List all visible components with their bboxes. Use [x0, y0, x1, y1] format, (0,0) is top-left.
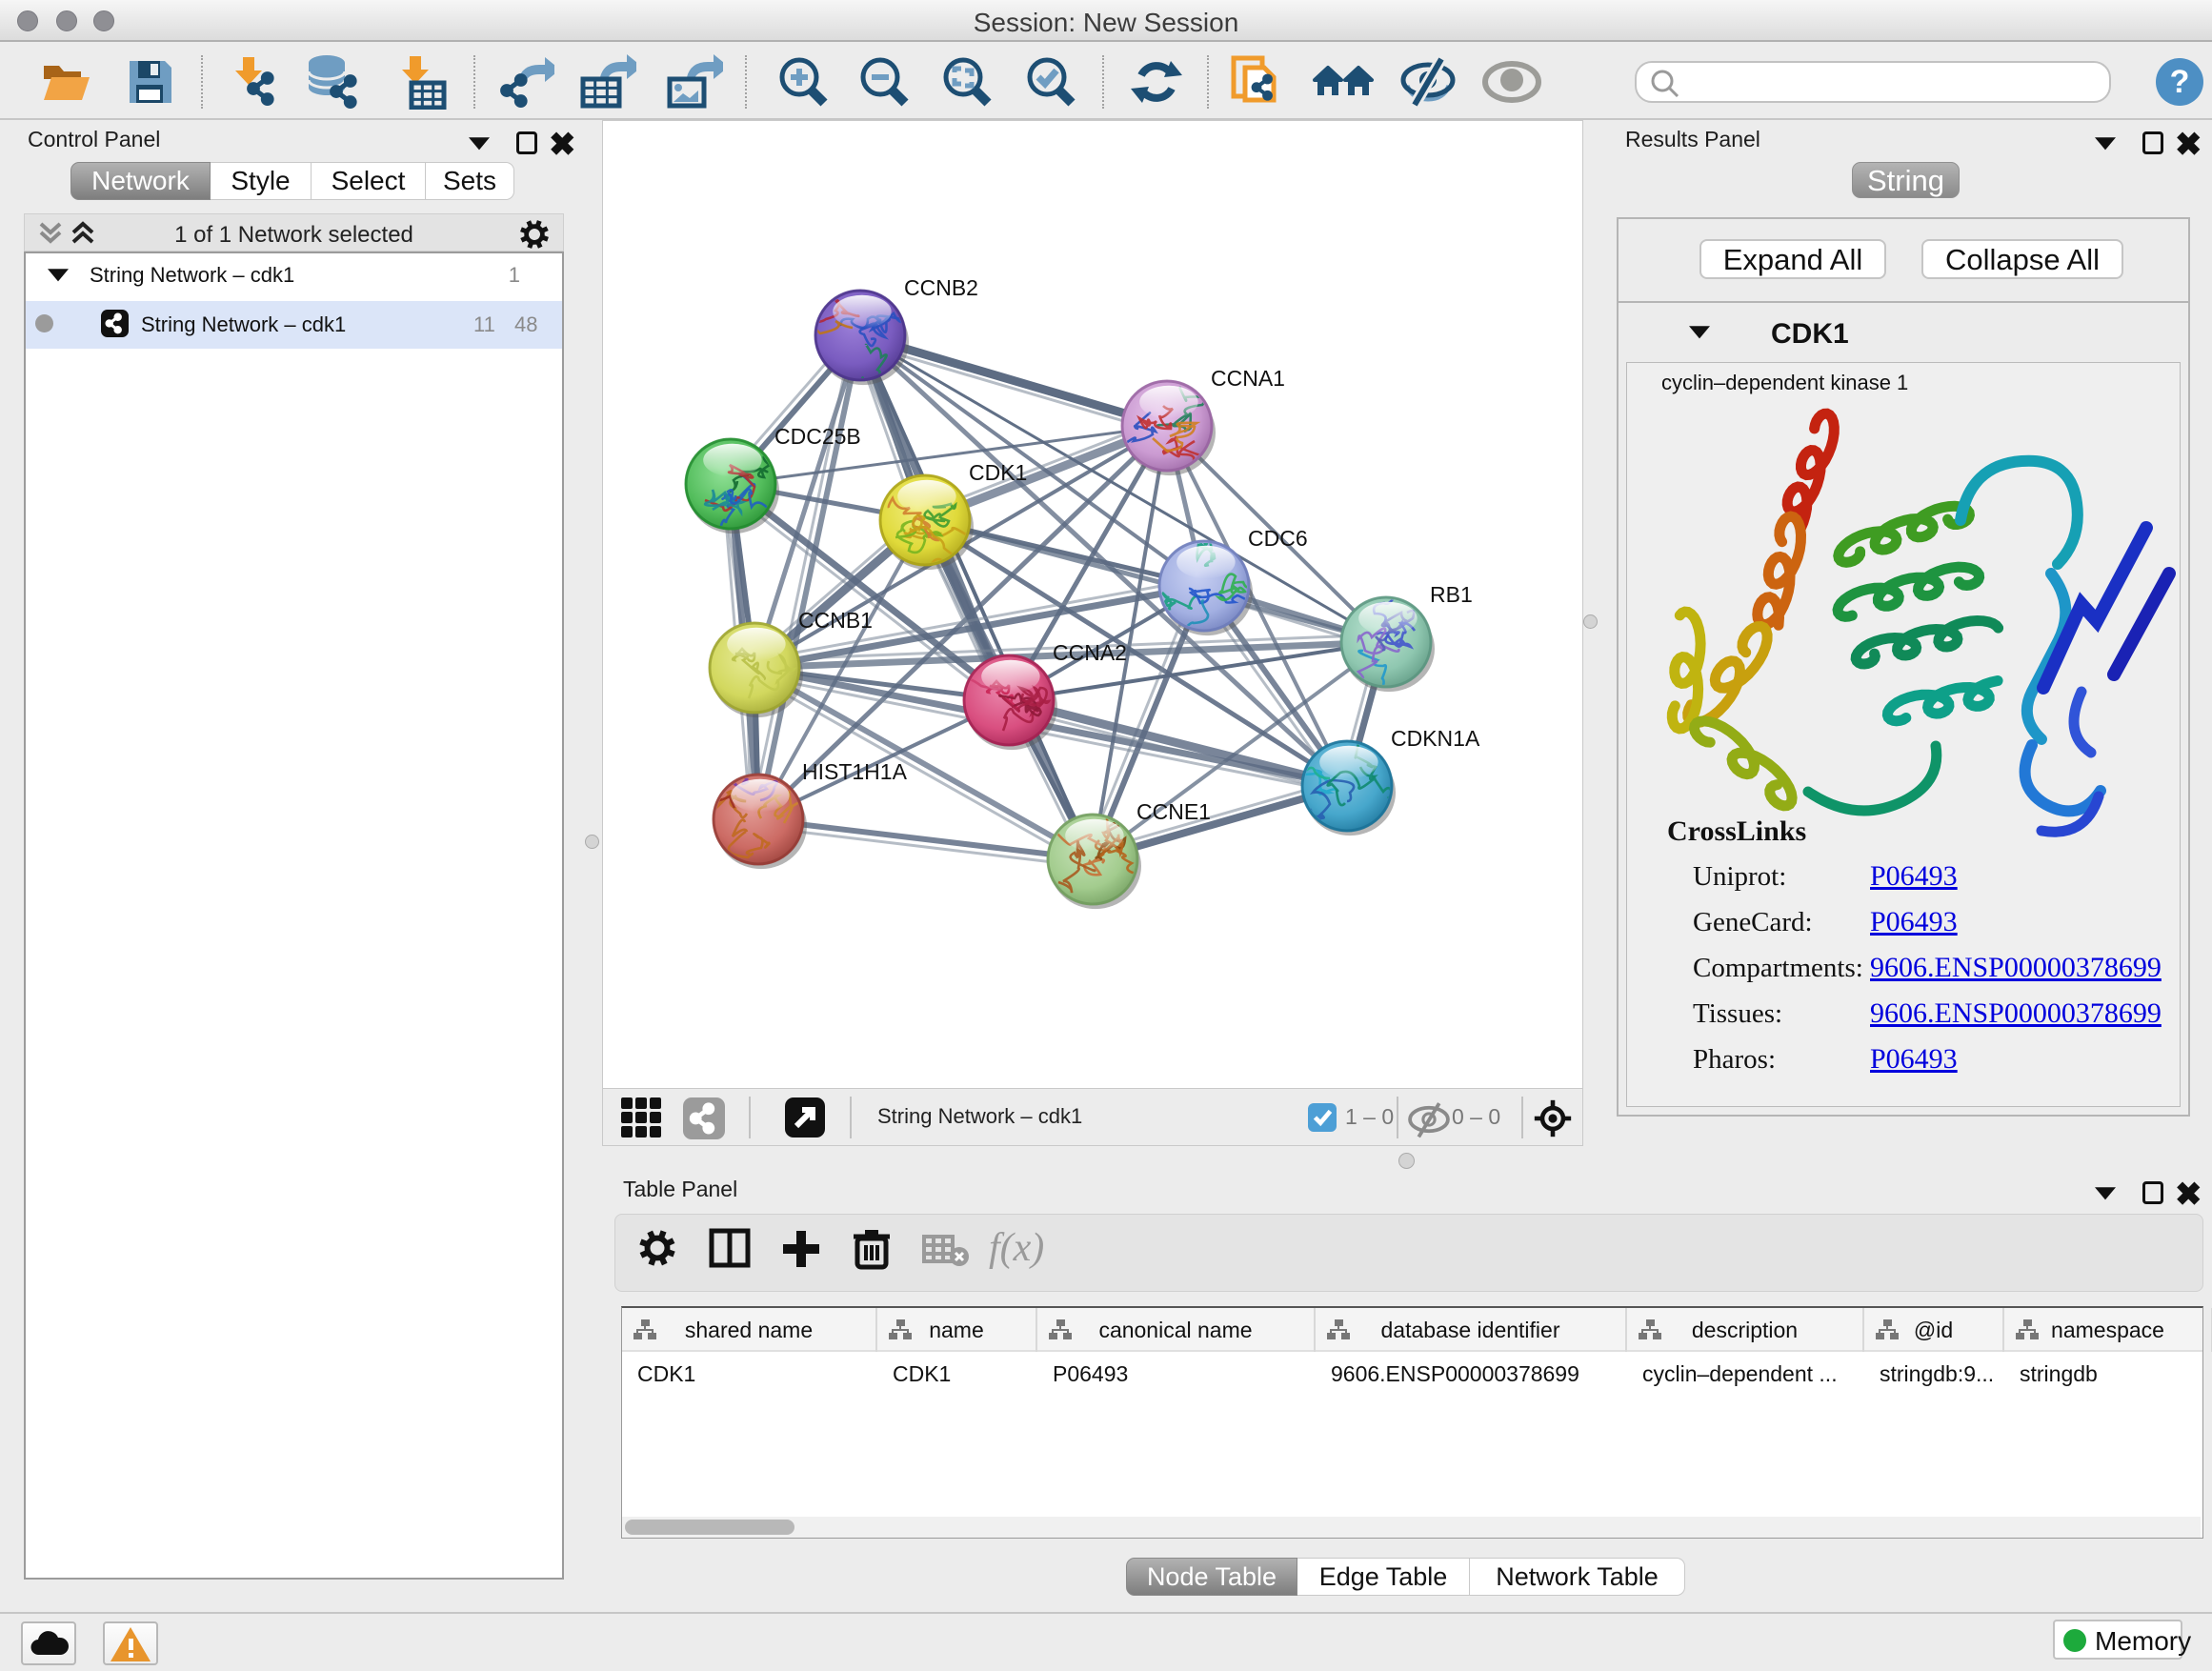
- svg-text:RB1: RB1: [1430, 582, 1473, 607]
- svg-text:CCNB1: CCNB1: [798, 608, 873, 633]
- svg-text:CCNA1: CCNA1: [1211, 366, 1285, 391]
- svg-text:CDC6: CDC6: [1248, 526, 1308, 551]
- svg-text:CDC25B: CDC25B: [774, 424, 861, 449]
- svg-text:CCNB2: CCNB2: [904, 275, 978, 300]
- svg-text:CCNA2: CCNA2: [1053, 640, 1127, 665]
- svg-text:CCNE1: CCNE1: [1136, 799, 1211, 824]
- svg-text:HIST1H1A: HIST1H1A: [802, 759, 908, 784]
- svg-text:CDK1: CDK1: [969, 460, 1027, 485]
- svg-text:?: ?: [2170, 64, 2190, 100]
- svg-text:CDKN1A: CDKN1A: [1391, 726, 1480, 751]
